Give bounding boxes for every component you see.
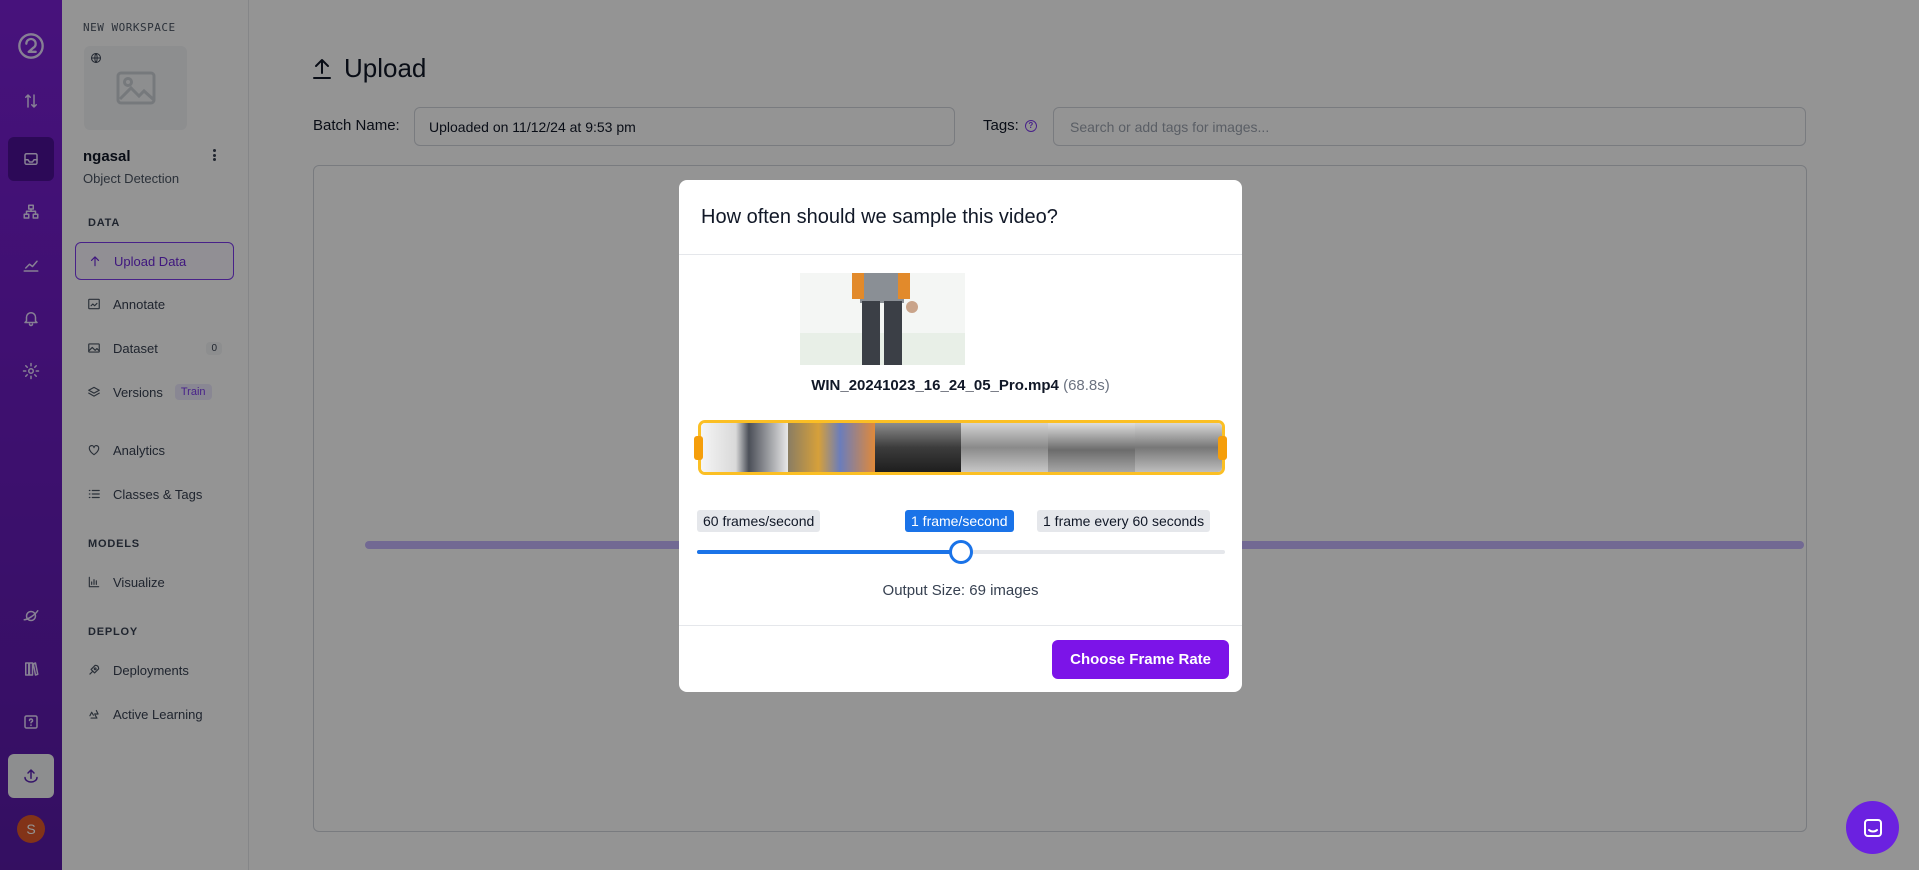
video-duration: (68.8s) <box>1063 377 1110 394</box>
sample-rate-modal: How often should we sample this video? W… <box>679 180 1242 692</box>
rate-option-1fps[interactable]: 1 frame/second <box>905 510 1014 532</box>
output-size: Output Size: 69 images <box>882 582 1039 599</box>
rate-option-1-per-60s[interactable]: 1 frame every 60 seconds <box>1037 510 1211 532</box>
film-frame <box>787 423 875 472</box>
slider-thumb[interactable] <box>949 540 973 564</box>
choose-frame-rate-button[interactable]: Choose Frame Rate <box>1052 640 1229 679</box>
filename-text: WIN_20241023_16_24_05_Pro.mp4 <box>811 377 1059 394</box>
film-frame <box>874 423 962 472</box>
film-frame <box>961 423 1049 472</box>
film-frame <box>1048 423 1136 472</box>
video-filename: WIN_20241023_16_24_05_Pro.mp4 (68.8s) <box>679 377 1242 394</box>
trim-handle-left[interactable] <box>694 436 703 460</box>
modal-footer: Choose Frame Rate <box>679 625 1242 692</box>
trim-handle-right[interactable] <box>1218 436 1227 460</box>
film-frame <box>701 423 788 472</box>
modal-title: How often should we sample this video? <box>679 180 1242 255</box>
film-frame <box>1135 423 1222 472</box>
video-thumbnail <box>800 273 965 365</box>
chat-bubble-icon[interactable] <box>1846 801 1899 854</box>
slider-fill <box>697 550 961 554</box>
video-filmstrip[interactable] <box>698 420 1225 475</box>
rate-option-60fps[interactable]: 60 frames/second <box>697 510 821 532</box>
